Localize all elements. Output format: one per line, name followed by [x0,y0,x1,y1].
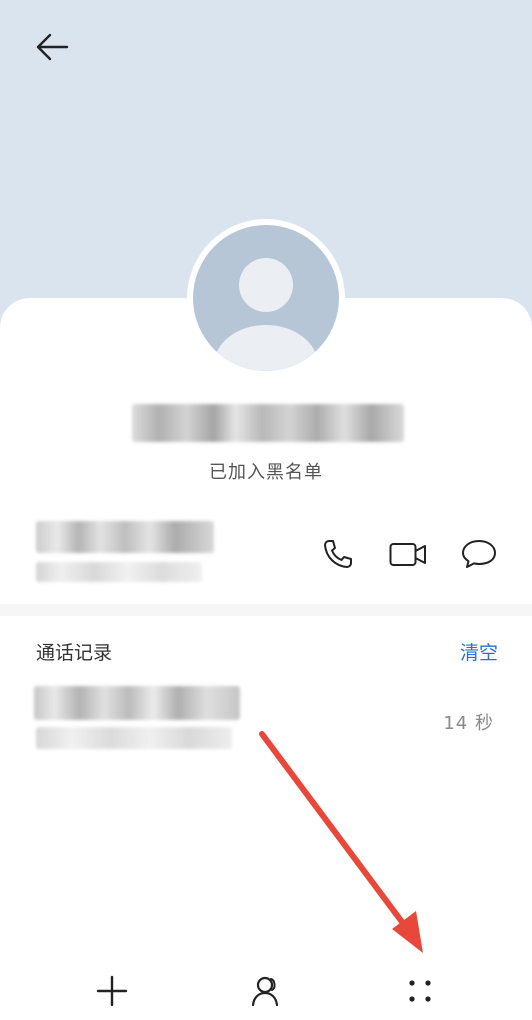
clear-call-log-button[interactable]: 清空 [460,638,498,665]
default-person-avatar-icon [214,258,318,371]
contact-info-button[interactable] [238,968,294,1014]
video-call-button[interactable] [386,532,430,576]
person-icon [251,976,279,1007]
contact-name-obscured [132,404,404,442]
more-options-button[interactable] [392,968,448,1014]
section-divider [0,604,532,616]
phone-icon [324,540,352,568]
more-dots-icon [409,980,431,1002]
phone-number-obscured[interactable] [36,521,214,553]
message-icon [462,540,496,568]
blacklist-status: 已加入黑名单 [209,462,323,483]
call-button[interactable] [316,532,360,576]
call-entry-detail-obscured [36,727,232,749]
video-call-icon [389,543,426,566]
call-entry-name-obscured [34,686,240,720]
arrow-left-icon [36,33,69,61]
plus-icon [96,975,128,1007]
call-log-title: 通话记录 [36,642,113,664]
add-contact-button[interactable] [84,968,140,1014]
message-button[interactable] [457,532,501,576]
bottom-toolbar [0,960,532,1020]
avatar[interactable] [193,225,339,371]
phone-location-obscured [36,562,202,582]
contact-detail-screen: 已加入黑名单 通话记录 清空 14 秒 [0,0,532,1020]
back-button[interactable] [26,24,78,70]
call-duration: 14 秒 [443,713,494,734]
